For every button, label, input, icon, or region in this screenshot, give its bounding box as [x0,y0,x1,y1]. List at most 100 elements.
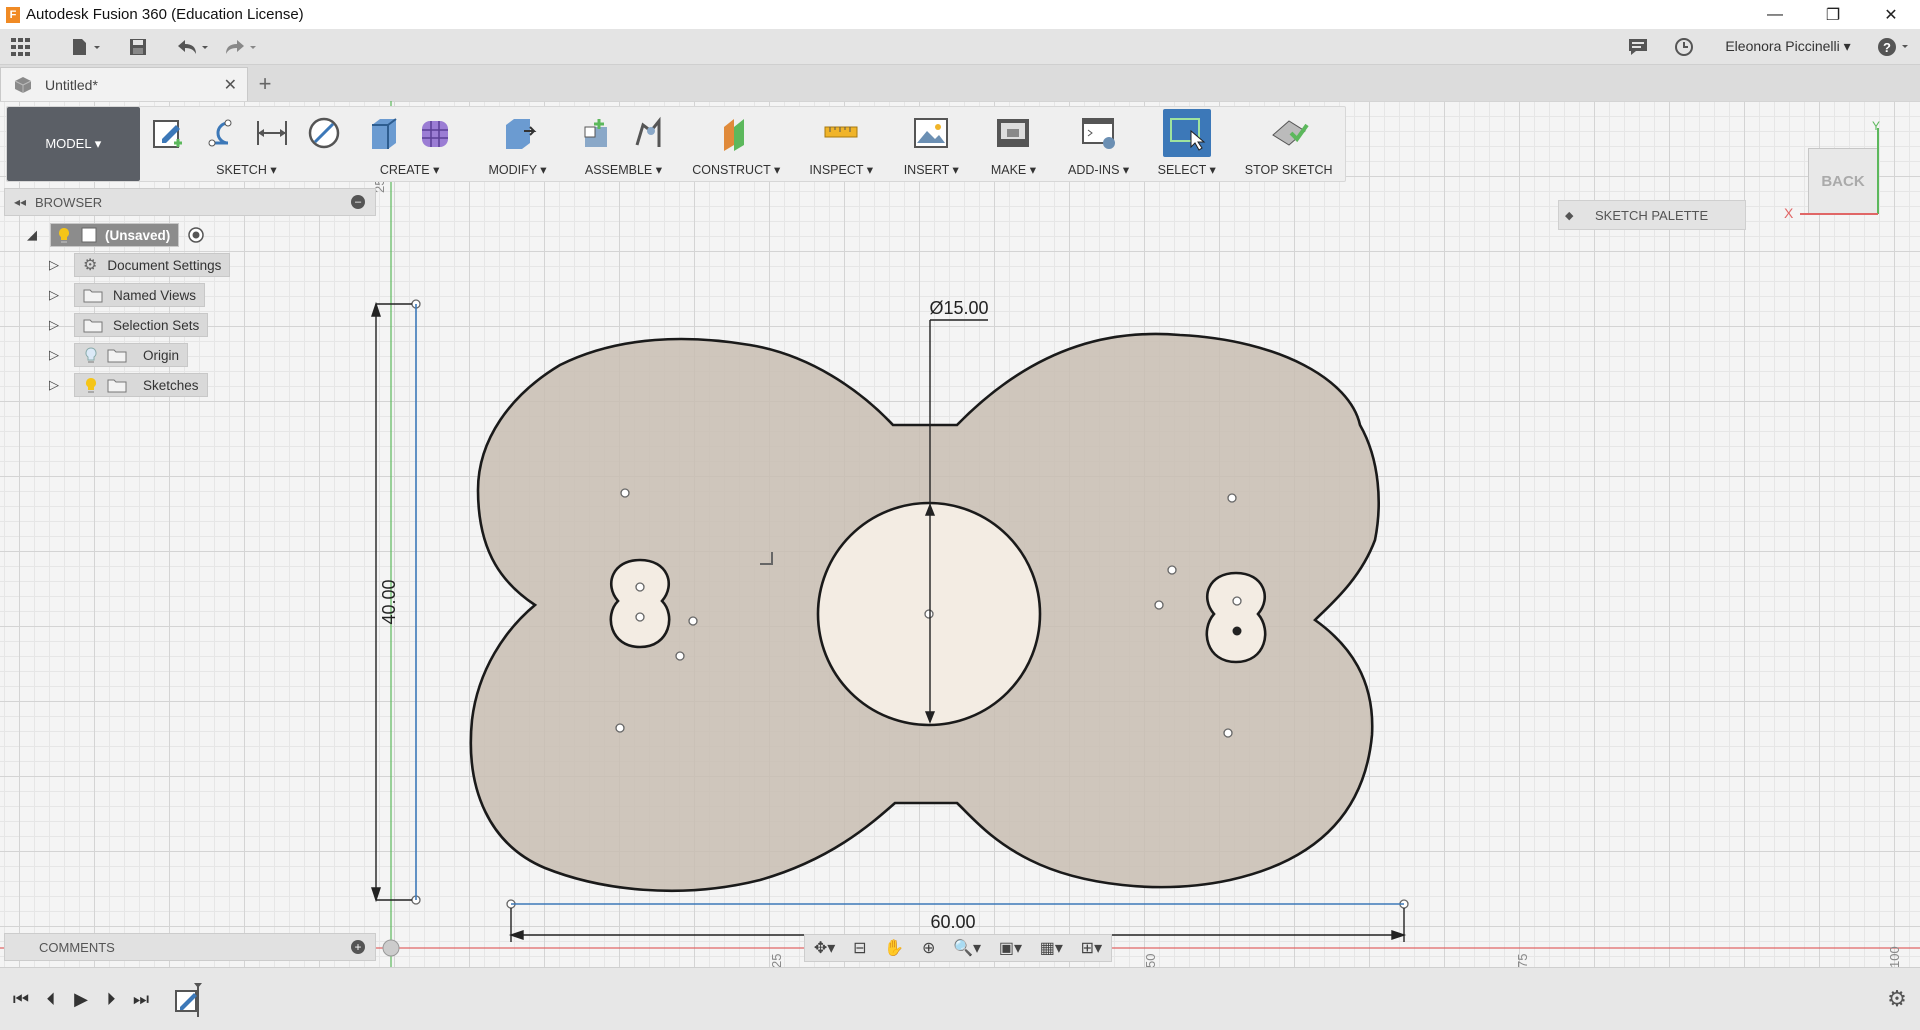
browser-item-sketches[interactable]: ▷ Sketches [46,372,208,398]
document-tab-untitled[interactable]: Untitled* ✕ [0,67,248,101]
browser-title: BROWSER [35,194,103,210]
tree-node-origin[interactable]: Origin [74,343,189,367]
expand-arrow-icon[interactable]: ▷ [46,377,62,393]
sketch-group-label[interactable]: SKETCH ▾ [216,162,276,177]
file-menu-icon[interactable] [62,29,110,65]
form-icon[interactable] [416,113,456,153]
close-window-button[interactable]: ✕ [1862,0,1920,29]
circle-tool-icon[interactable] [304,113,344,153]
expand-arrow-icon[interactable]: ▷ [46,257,62,273]
stop-sketch-label[interactable]: STOP SKETCH [1245,163,1333,177]
comments-panel-header[interactable]: COMMENTS + [4,933,376,961]
workspace-switcher[interactable]: MODEL ▾ [7,107,140,181]
3d-print-icon[interactable] [993,113,1033,153]
job-status-clock-icon[interactable] [1660,29,1708,65]
root-expand-icon[interactable]: ◢ [24,227,40,243]
minimize-button[interactable]: — [1746,0,1804,29]
select-tool-button[interactable] [1162,109,1211,157]
insert-group-label[interactable]: INSERT ▾ [904,162,959,177]
construct-group-label[interactable]: CONSTRUCT ▾ [692,162,780,177]
inspect-group-label[interactable]: INSPECT ▾ [809,162,873,177]
timeline-sketch-icon[interactable] [170,979,206,1019]
visibility-bulb-icon[interactable] [55,226,73,244]
undo-icon[interactable] [168,29,216,65]
window-title: Autodesk Fusion 360 (Education License) [26,6,304,23]
add-comment-icon[interactable]: + [351,940,365,954]
sketch-palette-header[interactable]: ◆ SKETCH PALETTE [1558,200,1746,230]
arc-line-icon[interactable] [200,113,240,153]
sketch-dimension-icon[interactable] [252,113,292,153]
grid-settings-icon[interactable]: ▦▾ [1040,938,1063,958]
expand-arrow-icon[interactable]: ▷ [46,287,62,303]
timeline-bar: ⏮ ⏴ ▶ ⏵ ⏭ ⚙ [0,967,1920,1030]
collapse-browser-icon[interactable]: ◂◂ [5,195,35,209]
expand-arrow-icon[interactable]: ▷ [46,317,62,333]
orbit-icon[interactable]: ✥▾ [814,938,835,958]
diameter-dimension-label[interactable]: Ø15.00 [929,298,988,318]
browser-item-named-views[interactable]: ▷ Named Views [46,282,206,308]
zoom-icon[interactable]: ⊕ [922,938,935,958]
activate-radio-icon[interactable] [187,226,205,244]
stop-sketch-icon[interactable] [1269,113,1309,153]
redo-icon[interactable] [216,29,264,65]
height-dimension-label[interactable]: 40.00 [379,579,399,624]
browser-root-node[interactable]: (Unsaved) [50,223,180,247]
viewports-icon[interactable]: ⊞▾ [1081,938,1102,958]
modify-group-label[interactable]: MODIFY ▾ [488,162,546,177]
create-sketch-icon[interactable] [148,113,188,153]
browser-root-row[interactable]: ◢ (Unsaved) [24,222,205,248]
data-panel-grid-icon[interactable] [0,29,42,65]
tree-node-selection-sets[interactable]: Selection Sets [74,313,209,337]
go-to-end-icon[interactable]: ⏭ [126,979,156,1019]
step-back-icon[interactable]: ⏴ [36,979,66,1019]
timeline-settings-gear-icon[interactable]: ⚙ [1882,979,1912,1019]
restore-button[interactable]: ❐ [1804,0,1862,29]
expand-arrow-icon[interactable]: ▷ [46,347,62,363]
visibility-bulb-off-icon[interactable] [83,346,99,364]
press-pull-icon[interactable] [498,113,538,153]
help-menu-icon[interactable]: ? [1868,29,1920,65]
assemble-group-label[interactable]: ASSEMBLE ▾ [585,162,662,177]
left-slot[interactable] [609,558,671,649]
sketch-geometry[interactable]: Ø15.00 40.00 60.00 25 25 50 75 100 [0,101,1920,967]
play-icon[interactable]: ▶ [66,979,96,1019]
measure-icon[interactable] [821,113,861,153]
width-dimension-label[interactable]: 60.00 [930,912,975,932]
right-slot[interactable] [1205,571,1267,664]
create-group-label[interactable]: CREATE ▾ [380,162,440,177]
origin-point[interactable] [382,939,400,957]
select-group-label[interactable]: SELECT ▾ [1158,162,1216,177]
browser-item-selection-sets[interactable]: ▷ Selection Sets [46,312,209,338]
application-bar: Eleonora Piccinelli ▾ ? [0,29,1920,65]
make-group-label[interactable]: MAKE ▾ [991,162,1036,177]
save-icon[interactable] [118,29,158,65]
new-component-icon[interactable] [577,113,617,153]
display-settings-icon[interactable]: ▣▾ [999,938,1022,958]
fit-zoom-icon[interactable]: 🔍▾ [953,938,981,958]
navigation-bar: ✥▾ ⊟ ✋ ⊕ 🔍▾ ▣▾ ▦▾ ⊞▾ [804,934,1112,962]
tree-node-sketches[interactable]: Sketches [74,373,208,397]
browser-item-document-settings[interactable]: ▷ ⚙ Document Settings [46,252,231,278]
tree-node-document-settings[interactable]: ⚙ Document Settings [74,253,231,277]
offset-plane-icon[interactable] [716,113,756,153]
tree-node-named-views[interactable]: Named Views [74,283,206,307]
close-tab-icon[interactable]: ✕ [224,75,237,95]
browser-pin-icon[interactable]: – [351,195,365,209]
user-account-menu[interactable]: Eleonora Piccinelli ▾ [1718,29,1858,65]
selected-point[interactable] [1232,626,1242,636]
scripts-addins-icon[interactable] [1079,113,1119,153]
palette-toggle-icon[interactable]: ◆ [1565,209,1583,222]
go-to-start-icon[interactable]: ⏮ [6,979,36,1019]
browser-panel-header[interactable]: ◂◂ BROWSER – [4,188,376,216]
visibility-bulb-icon[interactable] [83,376,99,394]
browser-item-origin[interactable]: ▷ Origin [46,342,189,368]
insert-canvas-icon[interactable] [911,113,951,153]
notifications-icon[interactable] [1616,29,1660,65]
new-tab-button[interactable]: + [248,67,282,101]
pan-hand-icon[interactable]: ✋ [884,938,904,958]
look-at-icon[interactable]: ⊟ [853,938,866,958]
extrude-icon[interactable] [364,113,404,153]
step-forward-icon[interactable]: ⏵ [96,979,126,1019]
joint-icon[interactable] [629,113,669,153]
addins-group-label[interactable]: ADD-INS ▾ [1068,162,1129,177]
